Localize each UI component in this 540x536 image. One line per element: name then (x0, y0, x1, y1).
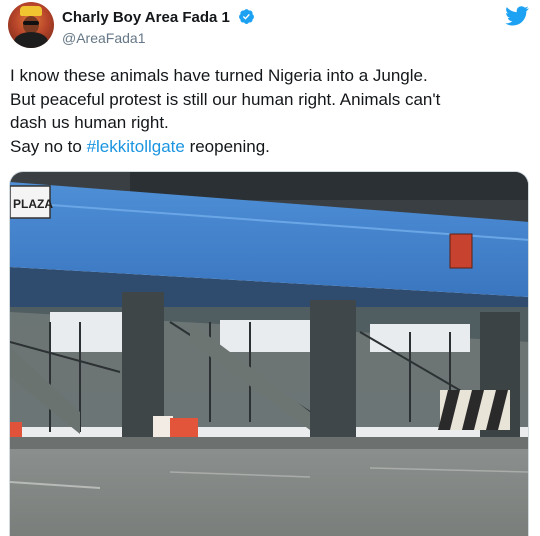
toll-gate-photo: PLAZA (10, 172, 528, 536)
verified-badge-icon (239, 9, 254, 24)
tweet-media-photo[interactable]: PLAZA (9, 171, 529, 536)
hashtag-suffix: reopening. (184, 136, 270, 156)
twitter-bird-icon[interactable] (505, 6, 529, 26)
tweet-line: I know these animals have turned Nigeria… (10, 66, 428, 85)
author-avatar[interactable] (8, 2, 54, 48)
tweet-line-hashtag: Say no to #lekkitollgate reopening. (10, 135, 530, 159)
author-display-name[interactable]: Charly Boy Area Fada 1 (62, 8, 255, 26)
tweet-card: Charly Boy Area Fada 1 @AreaFada1 I know… (0, 0, 540, 536)
tweet-line: dash us human right. (10, 113, 169, 132)
tweet-body: I know these animals have turned Nigeria… (10, 64, 530, 158)
hashtag-prefix: Say no to (10, 136, 87, 156)
hashtag-link[interactable]: #lekkitollgate (87, 137, 185, 156)
author-handle[interactable]: @AreaFada1 (62, 30, 145, 46)
display-name-text[interactable]: Charly Boy Area Fada 1 (62, 9, 230, 26)
tweet-line: But peaceful protest is still our human … (10, 89, 441, 109)
plaza-sign-text: PLAZA (13, 197, 53, 211)
